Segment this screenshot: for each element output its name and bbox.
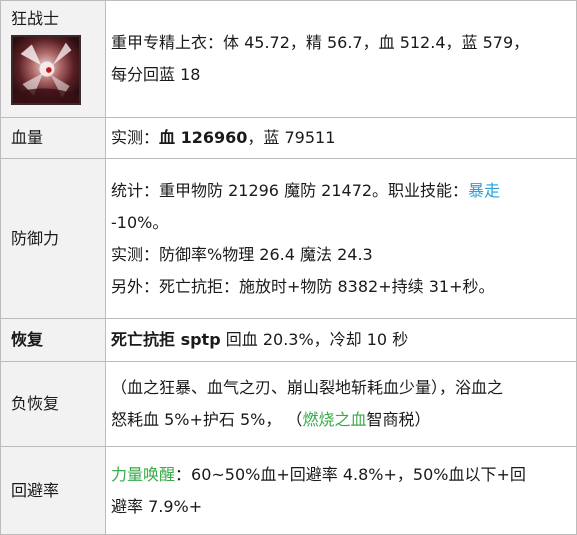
dodge-text: ：60~50%血+回避率 4.8%+，50%血以下+回 (175, 464, 526, 484)
defense-line-4: 另外：死亡抗拒：施放时+物防 8382+持续 31+秒。 (111, 276, 495, 296)
recovery-skill: 死亡抗拒 sptp (111, 330, 221, 349)
table-row: 血量 实测：血 126960，蓝 79511 (0, 117, 577, 159)
gear-line-1: 重甲专精上衣：体 45.72，精 56.7，血 512.4，蓝 579， (111, 33, 530, 52)
defense-line-2: -10%。 (111, 212, 169, 232)
class-cell: 狂战士 (0, 0, 106, 118)
defense-label: 防御力 (0, 158, 106, 319)
stats-table: 狂战士 重甲专精上衣：体 45.72，精 56.7，血 512.4，蓝 579，… (0, 0, 577, 535)
skill-link-power-awakening[interactable]: 力量唤醒 (111, 465, 175, 484)
recovery-text: 回血 20.3%，冷却 10 秒 (220, 330, 409, 349)
hp-label: 血量 (0, 117, 106, 159)
defense-stat-text: 统计：重甲物防 21296 魔防 21472。职业技能： (111, 180, 469, 200)
dodge-line-1: 力量唤醒：60~50%血+回避率 4.8%+，50%血以下+回 (111, 459, 570, 491)
dodge-line-2: 避率 7.9%+ (111, 496, 203, 516)
neg-recovery-line-1: （血之狂暴、血气之刃、崩山裂地斩耗血少量），浴血之 (111, 378, 504, 397)
class-name: 狂战士 (11, 9, 60, 28)
neg-recovery-text: 怒耗血 5%+护石 5%， （ (111, 410, 303, 429)
table-row: 狂战士 重甲专精上衣：体 45.72，精 56.7，血 512.4，蓝 579，… (0, 0, 577, 118)
gear-cell: 重甲专精上衣：体 45.72，精 56.7，血 512.4，蓝 579， 每分回… (105, 0, 577, 118)
recovery-cell: 死亡抗拒 sptp 回血 20.3%，冷却 10 秒 (105, 318, 577, 362)
defense-cell: 统计：重甲物防 21296 魔防 21472。职业技能：暴走 -10%。 实测：… (105, 158, 577, 319)
dodge-label: 回避率 (0, 446, 106, 535)
neg-recovery-label: 负恢复 (0, 361, 106, 447)
skill-link-rampage[interactable]: 暴走 (468, 181, 500, 200)
dodge-cell: 力量唤醒：60~50%血+回避率 4.8%+，50%血以下+回 避率 7.9%+ (105, 446, 577, 535)
gear-line-2: 每分回蓝 18 (111, 65, 201, 84)
table-row: 负恢复 （血之狂暴、血气之刃、崩山裂地斩耗血少量），浴血之 怒耗血 5%+护石 … (0, 361, 577, 447)
neg-recovery-cell: （血之狂暴、血气之刃、崩山裂地斩耗血少量），浴血之 怒耗血 5%+护石 5%， … (105, 361, 577, 447)
table-row: 恢复 死亡抗拒 sptp 回血 20.3%，冷却 10 秒 (0, 318, 577, 362)
defense-line-1: 统计：重甲物防 21296 魔防 21472。职业技能：暴走 (111, 175, 570, 207)
neg-recovery-line-2: 怒耗血 5%+护石 5%， （燃烧之血智商税） (111, 404, 570, 436)
mp-value: ，蓝 79511 (247, 128, 336, 147)
neg-recovery-suffix: 智商税） (366, 410, 431, 429)
table-row: 回避率 力量唤醒：60~50%血+回避率 4.8%+，50%血以下+回 避率 7… (0, 446, 577, 535)
defense-line-3: 实测：防御率%物理 26.4 魔法 24.3 (111, 244, 373, 264)
hp-value: 血 126960 (159, 128, 248, 147)
hp-prefix: 实测： (111, 128, 160, 147)
skill-link-burning-blood[interactable]: 燃烧之血 (302, 410, 366, 429)
hp-cell: 实测：血 126960，蓝 79511 (105, 117, 577, 159)
recovery-label: 恢复 (0, 318, 106, 362)
table-row: 防御力 统计：重甲物防 21296 魔防 21472。职业技能：暴走 -10%。… (0, 158, 577, 319)
berserker-portrait-icon (11, 35, 81, 105)
